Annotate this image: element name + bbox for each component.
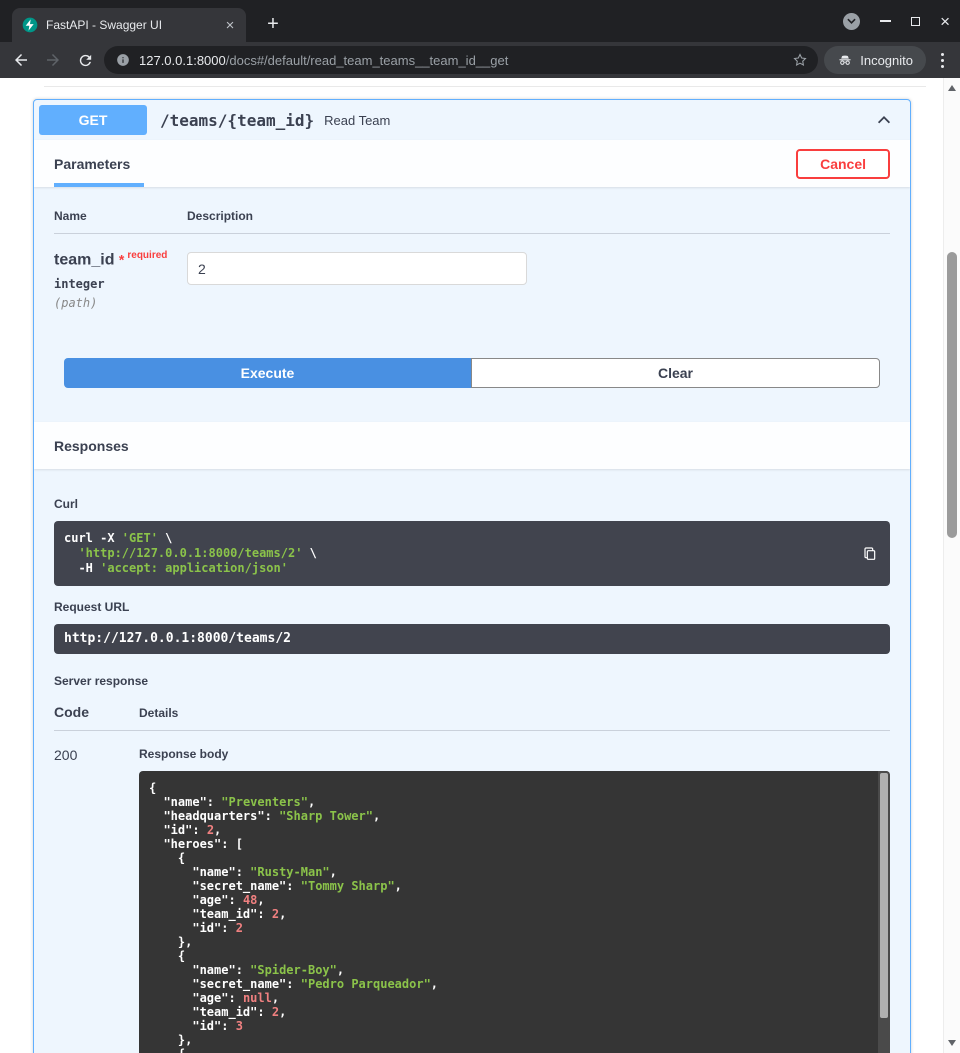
cancel-button[interactable]: Cancel [796, 149, 890, 179]
fastapi-favicon-icon [22, 17, 38, 33]
endpoint-path: /teams/{team_id} [147, 111, 324, 130]
status-code: 200 [54, 747, 139, 1053]
response-body-scrollbar-thumb[interactable] [880, 773, 888, 1018]
parameter-name-cell: team_id *required integer (path) [54, 250, 187, 310]
minimize-button[interactable] [880, 20, 891, 22]
scrollbar-up-arrow-icon[interactable] [948, 85, 956, 91]
reload-button[interactable] [72, 47, 98, 73]
response-table-head: Code Details [54, 704, 890, 731]
previous-block-edge [44, 86, 926, 87]
request-url-label: Request URL [54, 600, 890, 614]
info-icon[interactable] [116, 53, 130, 67]
col-code-label: Code [54, 704, 139, 720]
parameters-table-head: Name Description [54, 209, 890, 234]
tab-parameters[interactable]: Parameters [54, 140, 144, 187]
col-details-label: Details [139, 706, 890, 720]
scrollbar-down-arrow-icon[interactable] [948, 1040, 956, 1046]
responses-header: Responses [34, 422, 910, 469]
url-text: 127.0.0.1:8000/docs#/default/read_team_t… [139, 53, 783, 68]
copy-curl-button[interactable] [859, 543, 881, 565]
opblock-get-teams: GET /teams/{team_id} Read Team Parameter… [33, 99, 911, 1053]
tab-search-button[interactable] [843, 13, 860, 30]
page-scrollbar-thumb[interactable] [947, 252, 957, 538]
request-url-block: http://127.0.0.1:8000/teams/2 [54, 624, 890, 654]
url-host: 127.0.0.1:8000 [139, 53, 226, 68]
execute-row: Execute Clear [64, 358, 880, 388]
parameters-title: Parameters [54, 156, 130, 172]
bookmark-star-icon[interactable] [792, 52, 808, 68]
collapse-button[interactable] [863, 111, 905, 129]
tab-close-icon[interactable]: × [222, 18, 238, 33]
response-row: 200 Response body { "name": "Preventers"… [54, 731, 890, 1053]
endpoint-summary: Read Team [324, 113, 863, 128]
curl-label: Curl [54, 497, 890, 511]
url-path: /docs#/default/read_team_teams__team_id_… [226, 53, 509, 68]
team-id-input[interactable] [187, 252, 527, 285]
back-button[interactable] [8, 47, 34, 73]
col-description-label: Description [187, 209, 890, 223]
parameters-header: Parameters Cancel [34, 140, 910, 187]
response-body-scrollbar[interactable] [878, 771, 890, 1053]
forward-button[interactable] [40, 47, 66, 73]
incognito-label: Incognito [860, 53, 913, 68]
window-close-button[interactable]: × [940, 13, 950, 30]
browser-toolbar: 127.0.0.1:8000/docs#/default/read_team_t… [0, 42, 960, 78]
new-tab-button[interactable]: + [260, 12, 286, 38]
clipboard-copy-icon [862, 546, 878, 562]
response-body-label: Response body [139, 747, 890, 761]
reload-icon [77, 52, 94, 69]
back-arrow-icon [12, 51, 30, 69]
required-label: required [127, 250, 167, 261]
method-badge: GET [39, 105, 147, 135]
incognito-badge: Incognito [824, 46, 926, 74]
parameter-in: (path) [54, 296, 187, 310]
parameters-table: Name Description team_id *required integ… [34, 187, 910, 388]
parameter-value-cell [187, 250, 890, 310]
maximize-button[interactable] [911, 17, 920, 26]
parameter-type: integer [54, 277, 187, 291]
tab-title: FastAPI - Swagger UI [46, 18, 214, 32]
swagger-page: GET /teams/{team_id} Read Team Parameter… [0, 78, 943, 1053]
responses-title: Responses [54, 438, 129, 454]
parameter-name: team_id *required [54, 250, 187, 269]
response-details-cell: Response body { "name": "Preventers", "h… [139, 747, 890, 1053]
address-bar[interactable]: 127.0.0.1:8000/docs#/default/read_team_t… [104, 46, 818, 74]
parameter-row: team_id *required integer (path) [54, 234, 890, 310]
page-scrollbar[interactable] [943, 78, 960, 1053]
opblock-summary[interactable]: GET /teams/{team_id} Read Team [34, 100, 910, 140]
incognito-spy-icon [837, 52, 853, 68]
window-controls: × [843, 0, 950, 42]
server-response-label: Server response [54, 674, 890, 688]
required-star: * [119, 251, 124, 267]
browser-titlebar: FastAPI - Swagger UI × + × [0, 0, 960, 42]
browser-menu-button[interactable] [932, 47, 952, 73]
execute-button[interactable]: Execute [64, 358, 471, 388]
chevron-up-icon [875, 111, 893, 129]
chevron-down-icon [847, 18, 856, 24]
col-name-label: Name [54, 209, 187, 223]
browser-tab[interactable]: FastAPI - Swagger UI × [12, 8, 246, 42]
responses-area: Curl curl -X 'GET' \ 'http://127.0.0.1:8… [34, 469, 910, 1053]
forward-arrow-icon [44, 51, 62, 69]
clear-button[interactable]: Clear [471, 358, 880, 388]
curl-command-block: curl -X 'GET' \ 'http://127.0.0.1:8000/t… [54, 521, 890, 586]
response-body-block: { "name": "Preventers", "headquarters": … [139, 771, 890, 1053]
